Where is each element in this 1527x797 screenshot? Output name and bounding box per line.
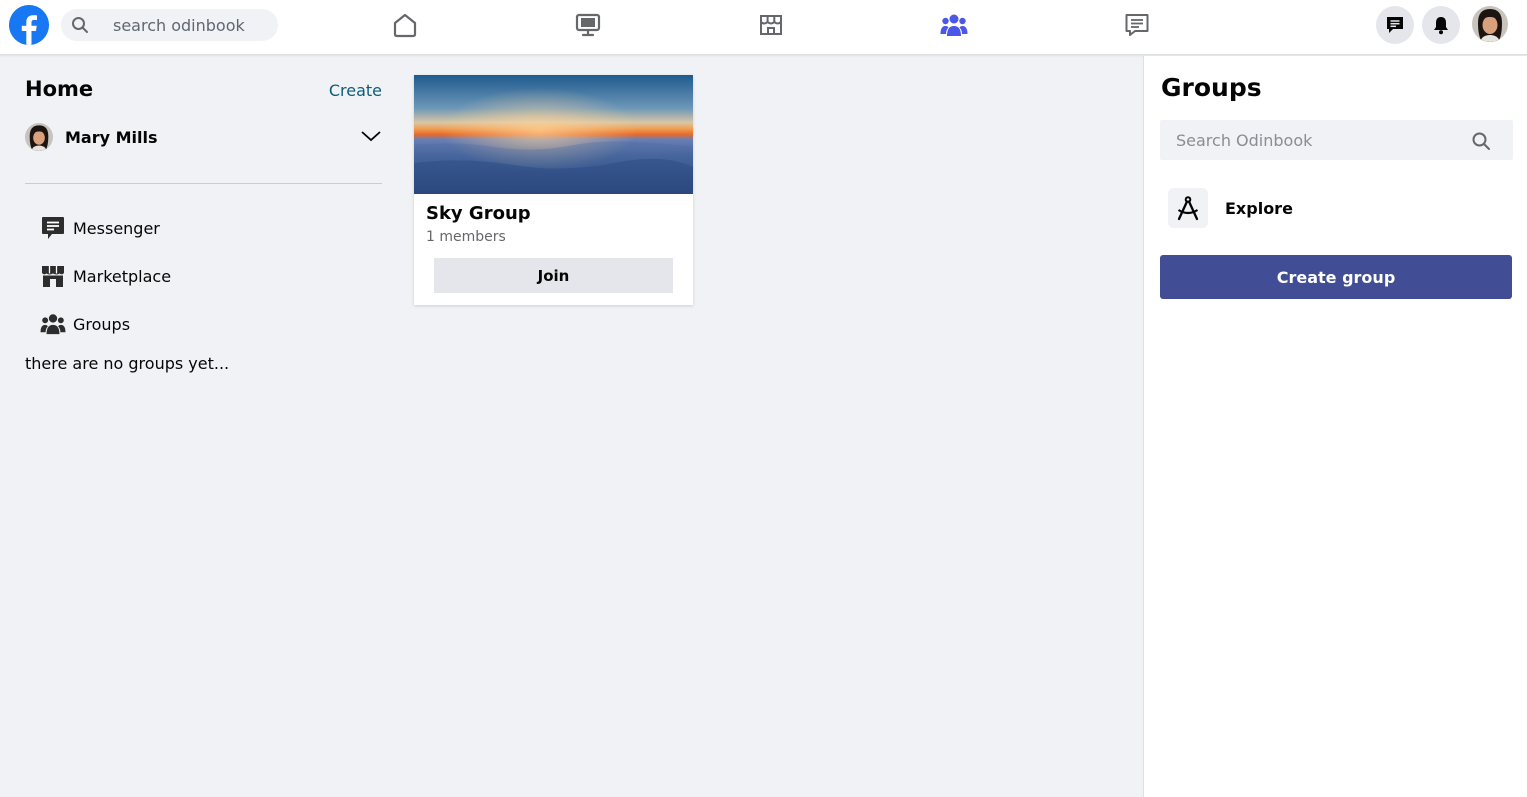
groups-icon xyxy=(40,311,66,337)
nav-watch-icon[interactable] xyxy=(573,10,603,40)
nav-home-icon[interactable] xyxy=(390,10,420,40)
messenger-icon xyxy=(1387,17,1403,33)
compass-drafting-icon xyxy=(1168,188,1208,228)
group-card[interactable]: Sky Group 1 members Join xyxy=(414,75,693,305)
group-cover-image xyxy=(414,75,693,194)
user-profile-row[interactable]: Mary Mills xyxy=(25,121,382,153)
sidebar-item-label: Groups xyxy=(73,314,131,334)
groups-search-input[interactable] xyxy=(1176,120,1466,160)
nav-feed-icon[interactable] xyxy=(1122,10,1152,40)
profile-avatar[interactable] xyxy=(1472,6,1508,42)
top-search-box[interactable] xyxy=(61,9,278,41)
group-title: Sky Group xyxy=(426,203,531,224)
nav-marketplace-icon[interactable] xyxy=(756,10,786,40)
no-groups-message: there are no groups yet... xyxy=(25,354,230,373)
sidebar-item-label: Marketplace xyxy=(73,266,172,286)
sidebar-item-groups[interactable]: Groups xyxy=(40,309,130,339)
group-member-count: 1 members xyxy=(426,229,506,245)
chevron-down-icon[interactable] xyxy=(360,125,382,147)
explore-label: Explore xyxy=(1225,198,1293,218)
sidebar-divider xyxy=(25,183,382,184)
sidebar-item-label: Messenger xyxy=(73,218,160,238)
groups-panel-title: Groups xyxy=(1161,73,1262,102)
sidebar-title: Home xyxy=(25,77,94,101)
sidebar-item-messenger[interactable]: Messenger xyxy=(40,213,160,243)
join-button[interactable]: Join xyxy=(434,258,673,293)
bell-icon xyxy=(1434,17,1448,35)
notifications-button[interactable] xyxy=(1422,6,1460,44)
sidebar-item-marketplace[interactable]: Marketplace xyxy=(40,261,171,291)
messenger-button[interactable] xyxy=(1376,6,1414,44)
search-icon[interactable] xyxy=(1471,131,1491,151)
groups-panel: Groups Explore Create group xyxy=(1143,56,1527,797)
create-group-button[interactable]: Create group xyxy=(1160,255,1512,299)
messenger-icon xyxy=(40,215,66,241)
create-link[interactable]: Create xyxy=(329,81,382,100)
user-avatar xyxy=(25,123,53,151)
facebook-logo-icon[interactable] xyxy=(9,5,49,45)
user-name: Mary Mills xyxy=(65,127,158,147)
explore-item[interactable]: Explore xyxy=(1168,187,1293,229)
nav-groups-icon[interactable] xyxy=(939,10,969,40)
groups-search-box[interactable] xyxy=(1160,120,1513,160)
marketplace-icon xyxy=(40,263,66,289)
top-navbar xyxy=(0,0,1527,55)
search-icon xyxy=(71,16,89,34)
top-search-input[interactable] xyxy=(113,9,273,41)
